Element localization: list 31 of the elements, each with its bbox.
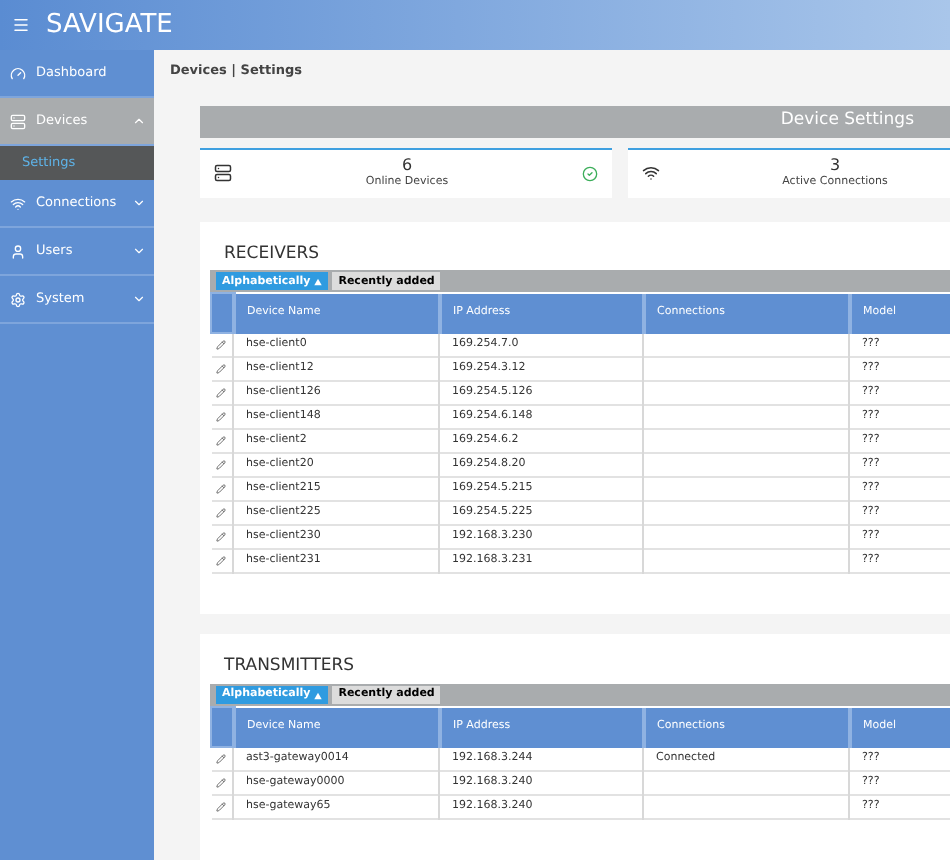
- edit-icon[interactable]: [216, 556, 227, 567]
- edit-icon[interactable]: [216, 484, 227, 495]
- sort-arrow-icon: [314, 691, 323, 699]
- settings-icon: [10, 291, 26, 307]
- menu-icon[interactable]: [12, 16, 30, 34]
- section-title: RECEIVERS: [222, 241, 322, 267]
- stat-value: 3: [829, 156, 841, 175]
- edit-icon[interactable]: [216, 754, 227, 764]
- header-cell: [211, 293, 233, 334]
- server-icon: [214, 164, 232, 182]
- edit-icon[interactable]: [216, 412, 227, 423]
- header-cell: [211, 707, 233, 747]
- server-icon: [10, 113, 26, 129]
- edit-icon[interactable]: [216, 802, 227, 812]
- user-icon: [10, 243, 26, 259]
- banner-title: Device Settings: [780, 108, 914, 135]
- edit-icon[interactable]: [216, 388, 227, 399]
- sort-arrow-icon: [314, 277, 323, 286]
- app-title: SAVIGATE: [46, 7, 173, 44]
- edit-icon[interactable]: [216, 508, 227, 519]
- edit-icon[interactable]: [216, 778, 227, 788]
- wifi-icon: [642, 164, 660, 182]
- edit-icon[interactable]: [216, 436, 227, 447]
- edit-icon[interactable]: [216, 340, 227, 351]
- edit-icon[interactable]: [216, 364, 227, 375]
- edit-icon[interactable]: [216, 532, 227, 543]
- stat-value: 6: [401, 156, 413, 176]
- wifi-icon: [10, 195, 26, 211]
- section-title: TRANSMITTERS: [222, 654, 357, 680]
- gauge-icon: [10, 65, 26, 81]
- edit-icon[interactable]: [216, 460, 227, 471]
